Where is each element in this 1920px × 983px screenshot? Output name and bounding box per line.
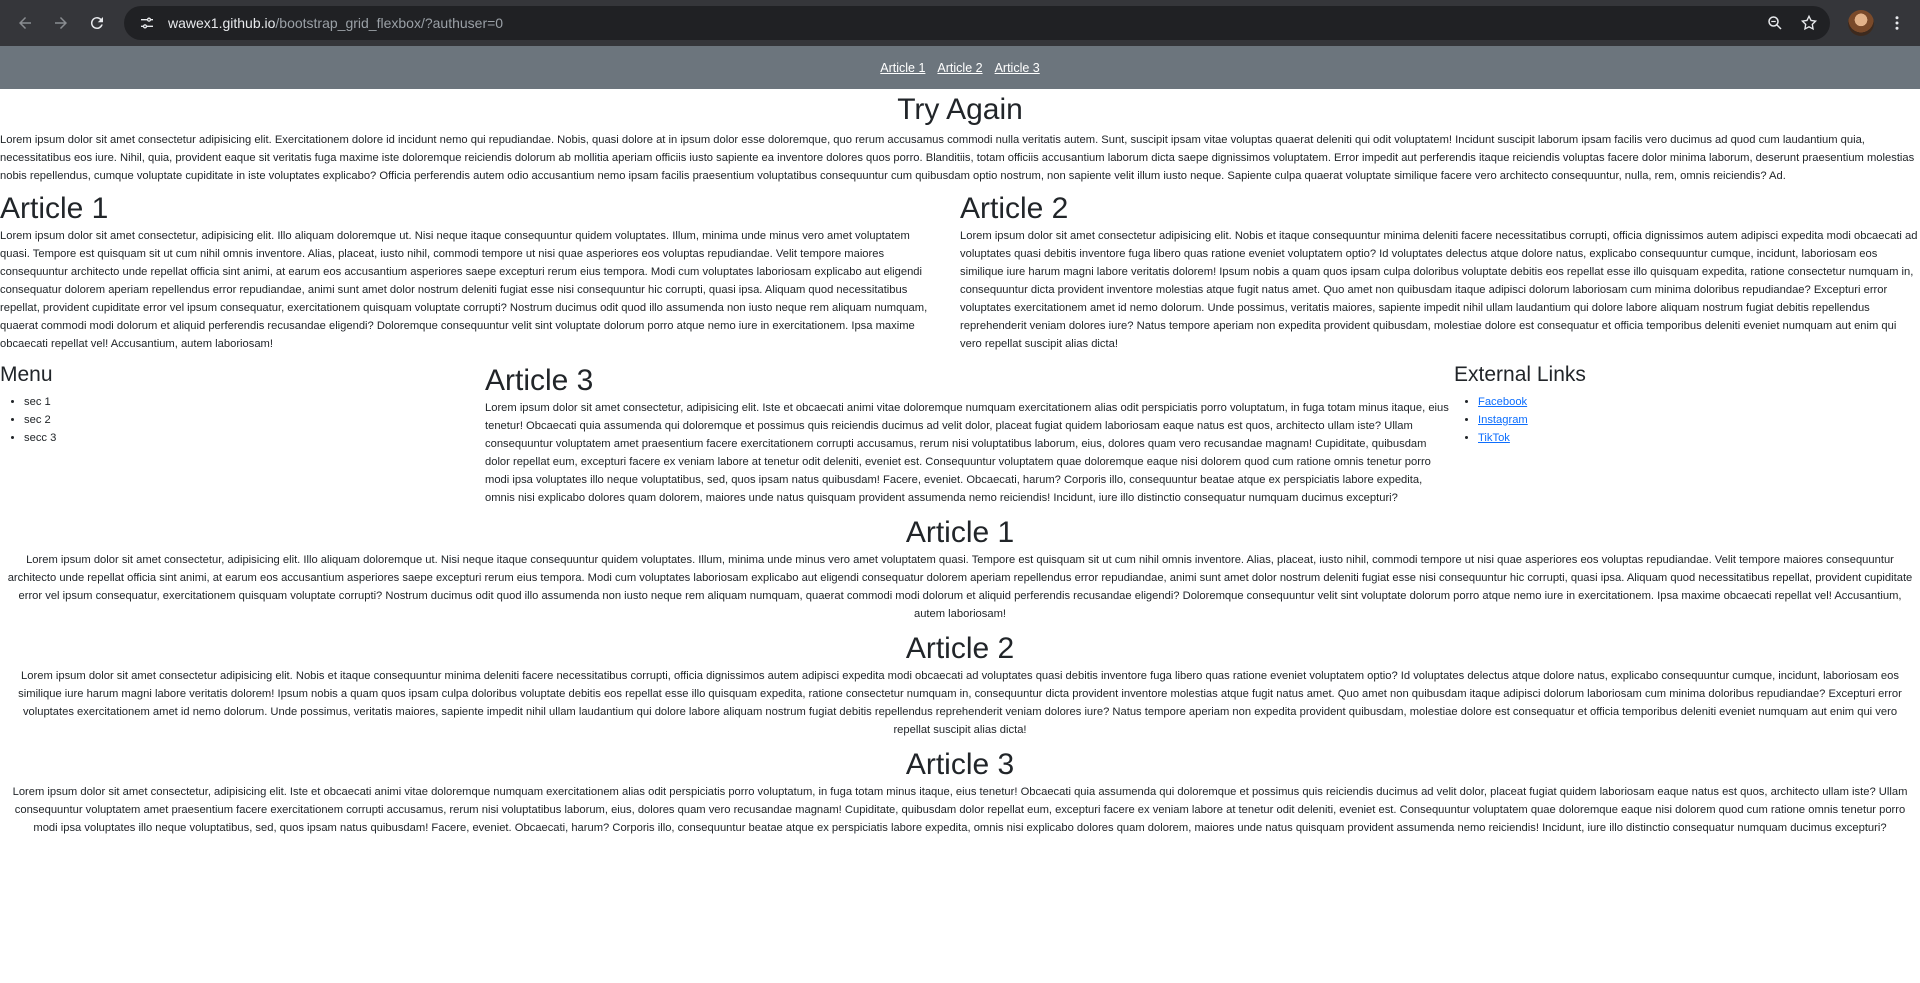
arrow-left-icon xyxy=(19,17,31,29)
forward-button[interactable] xyxy=(46,8,76,38)
browser-menu-button[interactable] xyxy=(1884,10,1910,36)
article-1-section: Article 1 Lorem ipsum dolor sit amet con… xyxy=(0,185,960,353)
article-2-text: Lorem ipsum dolor sit amet consectetur a… xyxy=(960,230,1918,350)
nav-link-article-2[interactable]: Article 2 xyxy=(937,61,982,75)
zoom-icon[interactable] xyxy=(1766,14,1784,32)
three-column-row: Menu sec 1 sec 2 secc 3 Article 3 Lorem … xyxy=(0,353,1920,507)
centered-article-2: Article 2 Lorem ipsum dolor sit amet con… xyxy=(0,631,1920,739)
site-settings-icon[interactable] xyxy=(136,12,158,34)
article-3-section: Article 3 Lorem ipsum dolor sit amet con… xyxy=(485,353,1454,507)
bookmark-star-icon[interactable] xyxy=(1800,14,1818,32)
external-link-item: Instagram xyxy=(1478,411,1920,429)
centered-article-1-text: Lorem ipsum dolor sit amet consectetur, … xyxy=(7,554,1913,620)
external-links-list: Facebook Instagram TikTok xyxy=(1454,393,1920,447)
intro-paragraph: Lorem ipsum dolor sit amet consectetur a… xyxy=(0,134,1915,182)
article-1-title: Article 1 xyxy=(0,192,109,225)
centered-article-3-text: Lorem ipsum dolor sit amet consectetur, … xyxy=(12,786,1908,834)
instagram-link[interactable]: Instagram xyxy=(1478,414,1528,426)
top-navigation: Article 1 Article 2 Article 3 xyxy=(0,46,1920,89)
menu-list: sec 1 sec 2 secc 3 xyxy=(0,393,485,447)
external-links-sidebar: External Links Facebook Instagram TikTok xyxy=(1454,353,1920,507)
menu-item-sec-3: secc 3 xyxy=(24,429,485,447)
nav-link-article-1[interactable]: Article 1 xyxy=(880,61,925,75)
centered-article-2-text: Lorem ipsum dolor sit amet consectetur a… xyxy=(18,670,1902,736)
external-link-item: TikTok xyxy=(1478,429,1920,447)
external-links-title: External Links xyxy=(1454,363,1586,386)
article-3-text: Lorem ipsum dolor sit amet consectetur, … xyxy=(485,402,1449,504)
page-content: Article 1 Article 2 Article 3 Try Again … xyxy=(0,46,1920,837)
centered-article-3-title: Article 3 xyxy=(905,748,1015,781)
reload-button[interactable] xyxy=(82,8,112,38)
profile-avatar[interactable] xyxy=(1848,10,1874,36)
article-2-title: Article 2 xyxy=(960,192,1069,225)
centered-article-2-title: Article 2 xyxy=(905,632,1015,665)
reload-icon xyxy=(90,17,103,30)
centered-article-3: Article 3 Lorem ipsum dolor sit amet con… xyxy=(0,747,1920,837)
menu-item-sec-1: sec 1 xyxy=(24,393,485,411)
external-link-item: Facebook xyxy=(1478,393,1920,411)
menu-sidebar: Menu sec 1 sec 2 secc 3 xyxy=(0,353,485,507)
nav-link-article-3[interactable]: Article 3 xyxy=(995,61,1040,75)
menu-title: Menu xyxy=(0,363,53,386)
articles-row: Article 1 Lorem ipsum dolor sit amet con… xyxy=(0,185,1920,353)
back-button[interactable] xyxy=(10,8,40,38)
more-vertical-icon xyxy=(1895,16,1899,30)
page-title: Try Again xyxy=(897,93,1023,126)
article-3-title: Article 3 xyxy=(485,364,594,397)
browser-toolbar: wawex1.github.io/bootstrap_grid_flexbox/… xyxy=(0,0,1920,46)
menu-item-sec-2: sec 2 xyxy=(24,411,485,429)
url-path: /bootstrap_grid_flexbox/?authuser=0 xyxy=(275,15,504,31)
article-2-section: Article 2 Lorem ipsum dolor sit amet con… xyxy=(960,185,1920,353)
tiktok-link[interactable]: TikTok xyxy=(1478,432,1510,444)
arrow-right-icon xyxy=(55,17,67,29)
url-host: wawex1.github.io xyxy=(168,15,276,31)
centered-article-1: Article 1 Lorem ipsum dolor sit amet con… xyxy=(0,515,1920,623)
facebook-link[interactable]: Facebook xyxy=(1478,396,1527,408)
article-1-text: Lorem ipsum dolor sit amet consectetur, … xyxy=(0,230,928,350)
centered-article-1-title: Article 1 xyxy=(905,516,1015,549)
address-bar[interactable]: wawex1.github.io/bootstrap_grid_flexbox/… xyxy=(124,6,1830,40)
